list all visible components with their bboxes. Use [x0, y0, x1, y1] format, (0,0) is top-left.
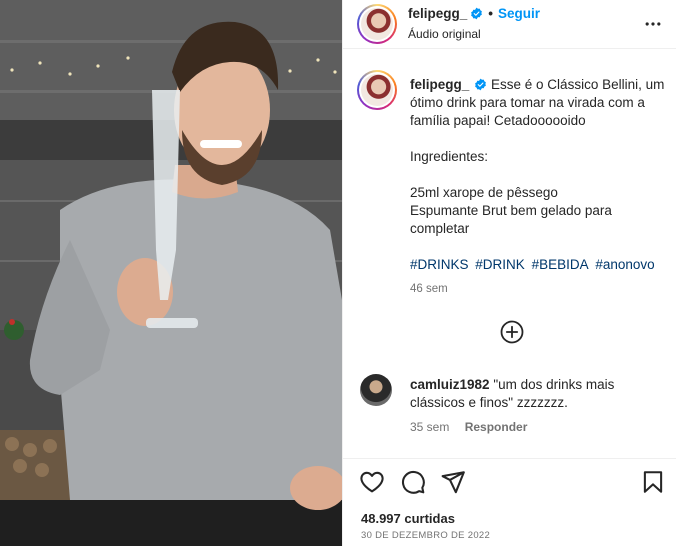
hashtag-list: #DRINKS #DRINK #BEBIDA #anonovo — [410, 256, 668, 274]
hashtag-link[interactable]: #anonovo — [595, 257, 654, 272]
reply-button[interactable]: Responder — [465, 420, 528, 434]
post-date: 30 DE DEZEMBRO DE 2022 — [361, 530, 491, 541]
plus-circle-icon[interactable] — [500, 320, 524, 344]
ingredient-2: Espumante Brut bem gelado para completar — [410, 203, 612, 236]
caption-timestamp[interactable]: 46 sem — [410, 280, 668, 298]
comment-icon[interactable] — [400, 469, 426, 495]
heart-icon[interactable] — [359, 469, 385, 495]
verified-badge-icon — [471, 7, 483, 20]
separator-dot: • — [488, 6, 493, 21]
video-frame-illustration — [0, 0, 342, 546]
ingredient-1: 25ml xarope de pêssego — [410, 185, 558, 200]
ingredients-title: Ingredientes: — [410, 149, 489, 164]
caption-author-avatar[interactable] — [357, 70, 397, 110]
verified-badge-icon — [475, 78, 487, 91]
action-bar — [343, 458, 676, 504]
post-details-panel: felipegg_ • Seguir Áudio original felipegg… — [342, 0, 676, 546]
like-count[interactable]: 48.997 curtidas — [361, 511, 455, 526]
share-icon[interactable] — [440, 469, 466, 495]
post-header: felipegg_ • Seguir Áudio original — [343, 0, 676, 49]
more-options-icon[interactable] — [643, 14, 663, 34]
author-username[interactable]: felipegg_ — [408, 6, 467, 21]
audio-label[interactable]: Áudio original — [408, 27, 481, 41]
hashtag-link[interactable]: #DRINK — [475, 257, 525, 272]
bookmark-icon[interactable] — [640, 469, 666, 495]
hashtag-link[interactable]: #DRINKS — [410, 257, 469, 272]
post-video[interactable] — [0, 0, 342, 546]
hashtag-link[interactable]: #BEBIDA — [532, 257, 589, 272]
comment-meta: 35 sem Responder — [410, 420, 527, 434]
follow-button[interactable]: Seguir — [498, 6, 540, 21]
commenter-avatar[interactable] — [360, 374, 392, 406]
comment-text: camluiz1982 "um dos drinks mais clássico… — [410, 376, 668, 412]
caption-text: felipegg_ Esse é o Clássico Bellini, um … — [410, 76, 668, 298]
author-row: felipegg_ • Seguir — [408, 6, 540, 21]
comment-timestamp[interactable]: 35 sem — [410, 420, 449, 434]
caption-username[interactable]: felipegg_ — [410, 77, 469, 92]
author-avatar[interactable] — [357, 4, 397, 44]
commenter-username[interactable]: camluiz1982 — [410, 377, 490, 392]
